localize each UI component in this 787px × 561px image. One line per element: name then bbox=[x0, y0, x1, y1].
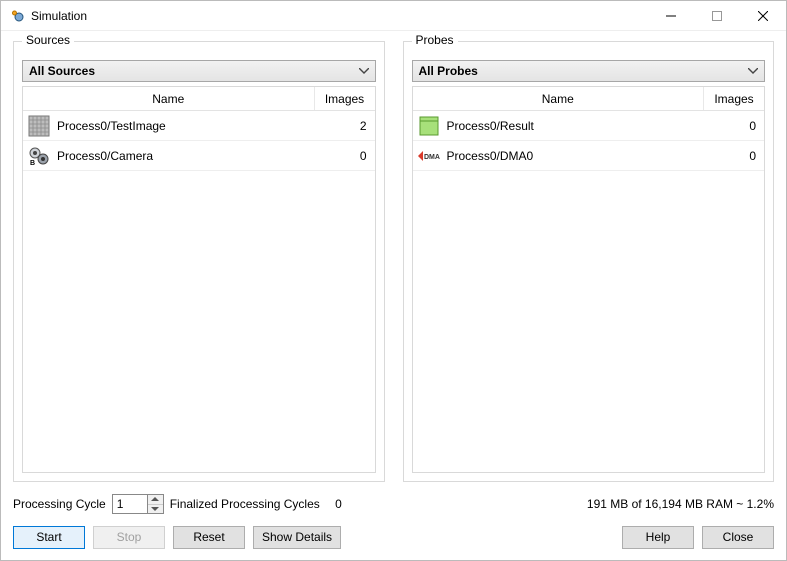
probes-row-images: 0 bbox=[704, 149, 764, 163]
texture-icon bbox=[27, 114, 51, 138]
title-bar: Simulation bbox=[1, 1, 786, 31]
window-title: Simulation bbox=[31, 9, 87, 23]
probes-row-name: Process0/Result bbox=[447, 119, 705, 133]
sources-col-name[interactable]: Name bbox=[23, 87, 315, 110]
probes-row[interactable]: DMA Process0/DMA00 bbox=[413, 141, 765, 171]
finalized-cycles-label: Finalized Processing Cycles bbox=[170, 497, 320, 511]
probes-filter-label: All Probes bbox=[419, 64, 478, 78]
show-details-button[interactable]: Show Details bbox=[253, 526, 341, 549]
sources-row-name: Process0/Camera bbox=[57, 149, 315, 163]
sources-filter-combo[interactable]: All Sources bbox=[22, 60, 376, 82]
minimize-button[interactable] bbox=[648, 1, 694, 31]
sources-filter-label: All Sources bbox=[29, 64, 95, 78]
help-button[interactable]: Help bbox=[622, 526, 694, 549]
svg-text:B: B bbox=[30, 160, 35, 167]
sources-row-images: 0 bbox=[315, 149, 375, 163]
cycle-spin-up[interactable] bbox=[148, 495, 163, 505]
cycle-spin-down[interactable] bbox=[148, 505, 163, 514]
probes-legend: Probes bbox=[412, 33, 458, 47]
maximize-button[interactable] bbox=[694, 1, 740, 31]
probes-table: Name Images Process0/Result0DMAProcess0/… bbox=[412, 86, 766, 473]
result-icon bbox=[417, 114, 441, 138]
svg-text:DMA: DMA bbox=[424, 154, 440, 161]
stop-button[interactable]: Stop bbox=[93, 526, 165, 549]
finalized-cycles-value: 0 bbox=[335, 497, 342, 511]
reset-button[interactable]: Reset bbox=[173, 526, 245, 549]
camera-icon: B bbox=[27, 144, 51, 168]
simulation-window: Simulation Sources All Sources bbox=[0, 0, 787, 561]
sources-legend: Sources bbox=[22, 33, 74, 47]
probes-row-name: Process0/DMA0 bbox=[447, 149, 705, 163]
sources-row[interactable]: B Process0/Camera0 bbox=[23, 141, 375, 171]
ram-status: 191 MB of 16,194 MB RAM ~ 1.2% bbox=[587, 497, 774, 511]
probes-row[interactable]: Process0/Result0 bbox=[413, 111, 765, 141]
sources-table: Name Images Process0/TestImage2 B Process0… bbox=[22, 86, 376, 473]
sources-row-name: Process0/TestImage bbox=[57, 119, 315, 133]
app-icon bbox=[9, 8, 25, 24]
probes-col-images[interactable]: Images bbox=[704, 87, 764, 110]
sources-group: Sources All Sources Name Images Process0… bbox=[13, 41, 385, 482]
processing-cycle-label: Processing Cycle bbox=[13, 497, 106, 511]
probes-col-name[interactable]: Name bbox=[413, 87, 705, 110]
dma-icon: DMA bbox=[417, 144, 441, 168]
status-row: Processing Cycle Finalized Processing Cy… bbox=[13, 492, 774, 516]
sources-row[interactable]: Process0/TestImage2 bbox=[23, 111, 375, 141]
close-window-button[interactable] bbox=[740, 1, 786, 31]
sources-col-images[interactable]: Images bbox=[315, 87, 375, 110]
start-button[interactable]: Start bbox=[13, 526, 85, 549]
processing-cycle-input[interactable] bbox=[112, 494, 148, 514]
close-button[interactable]: Close bbox=[702, 526, 774, 549]
chevron-down-icon bbox=[357, 68, 369, 74]
probes-row-images: 0 bbox=[704, 119, 764, 133]
content-area: Sources All Sources Name Images Process0… bbox=[1, 31, 786, 560]
chevron-down-icon bbox=[746, 68, 758, 74]
sources-row-images: 2 bbox=[315, 119, 375, 133]
probes-filter-combo[interactable]: All Probes bbox=[412, 60, 766, 82]
button-row: Start Stop Reset Show Details Help Close bbox=[13, 522, 774, 552]
probes-group: Probes All Probes Name Images Process0/R… bbox=[403, 41, 775, 482]
